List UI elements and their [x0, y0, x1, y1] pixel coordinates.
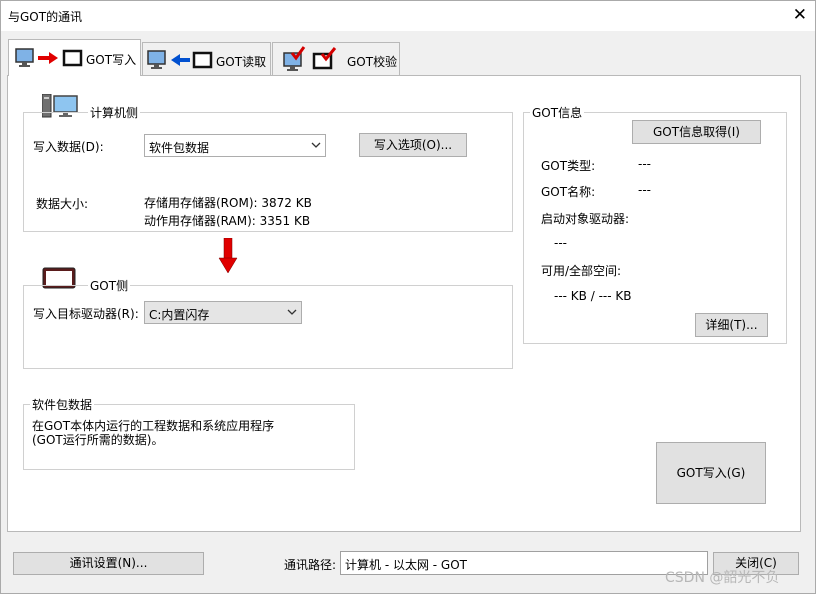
write-data-value: 软件包数据 — [149, 141, 210, 155]
comm-path-label: 通讯路径: — [284, 558, 337, 572]
boot-drive-value: --- — [554, 236, 567, 250]
get-got-info-button[interactable]: GOT信息取得(I) — [632, 120, 761, 144]
tab-got-read-label: GOT读取 — [216, 55, 267, 69]
got-write-button[interactable]: GOT写入(G) — [656, 442, 766, 504]
got-side-legend: GOT侧 — [90, 279, 129, 293]
chevron-down-icon — [287, 309, 297, 315]
computer-side-legend: 计算机侧 — [90, 106, 139, 120]
space-label: 可用/全部空间: — [541, 264, 622, 278]
comm-path-field: 计算机 - 以太网 - GOT — [340, 551, 708, 575]
dialog-window: 与GOT的通讯 ✕ GOT写入 GOT读取 GOT校验 计算机侧 写入数据(D)… — [0, 0, 816, 594]
tab-got-read[interactable]: GOT读取 — [142, 42, 271, 76]
watermark-text: CSDN @韶光不负 — [665, 570, 780, 586]
write-data-label: 写入数据(D): — [33, 140, 104, 154]
got-info-legend: GOT信息 — [532, 106, 583, 120]
tab-got-verify-label: GOT校验 — [347, 55, 398, 69]
tab-got-verify[interactable]: GOT校验 — [272, 42, 400, 76]
tab-panel: 计算机侧 写入数据(D): 软件包数据 写入选项(O)... 数据大小: 存储用… — [7, 75, 801, 532]
boot-drive-label: 启动对象驱动器: — [541, 212, 630, 226]
write-option-button[interactable]: 写入选项(O)... — [359, 133, 467, 157]
package-data-legend: 软件包数据 — [32, 398, 93, 412]
target-drive-label: 写入目标驱动器(R): — [33, 307, 139, 321]
ram-size-text: 动作用存储器(RAM): 3351 KB — [144, 214, 311, 228]
target-drive-select[interactable]: C:内置闪存 — [144, 301, 302, 324]
got-name-label: GOT名称: — [541, 185, 596, 199]
down-arrow-icon — [218, 238, 238, 274]
write-data-select[interactable]: 软件包数据 — [144, 134, 326, 157]
comm-settings-button[interactable]: 通讯设置(N)... — [13, 552, 204, 575]
tab-got-write-label: GOT写入 — [86, 53, 137, 67]
got-name-value: --- — [638, 183, 651, 197]
space-value: --- KB / --- KB — [554, 289, 632, 303]
detail-button[interactable]: 详细(T)... — [695, 313, 768, 337]
comm-path-value: 计算机 - 以太网 - GOT — [345, 558, 467, 572]
data-size-label: 数据大小: — [36, 197, 89, 211]
pc-to-got-write-icon — [15, 48, 83, 67]
got-type-value: --- — [638, 157, 651, 171]
got-type-label: GOT类型: — [541, 159, 596, 173]
title-bar: 与GOT的通讯 ✕ — [1, 1, 815, 31]
target-drive-value: C:内置闪存 — [149, 308, 210, 322]
rom-size-text: 存储用存储器(ROM): 3872 KB — [144, 196, 312, 210]
chevron-down-icon — [311, 142, 321, 148]
got-to-pc-read-icon — [147, 50, 213, 69]
package-data-desc-line2: (GOT运行所需的数据)。 — [32, 433, 164, 447]
tab-got-write[interactable]: GOT写入 — [8, 39, 141, 76]
close-icon[interactable]: ✕ — [793, 5, 807, 25]
verify-icon — [283, 46, 337, 71]
window-title: 与GOT的通讯 — [8, 10, 83, 24]
